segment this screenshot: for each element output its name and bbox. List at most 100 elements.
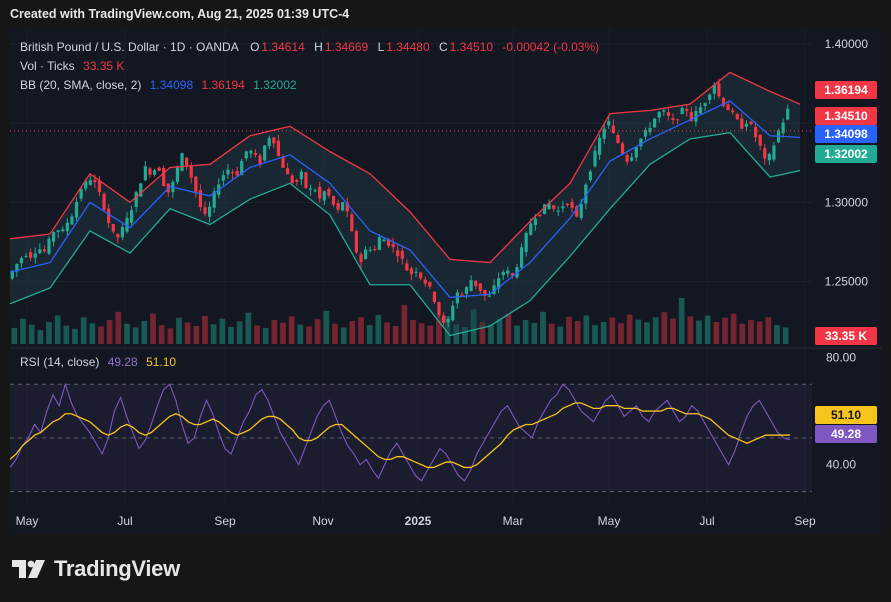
- volume-bar: [219, 318, 226, 344]
- candle-body: [409, 268, 414, 275]
- candle-body: [152, 170, 157, 175]
- candle-body: [207, 206, 212, 217]
- rsi-pane: [9, 382, 812, 493]
- candle-body: [281, 156, 285, 168]
- candle-body: [437, 302, 441, 316]
- high-value: 1.34669: [324, 40, 369, 54]
- volume-bar: [132, 327, 139, 344]
- candle-body: [322, 191, 326, 201]
- volume-bar: [375, 315, 382, 344]
- candle-body: [767, 153, 771, 161]
- candle-body: [336, 203, 340, 210]
- volume-bar: [401, 304, 408, 344]
- candle-body: [772, 145, 776, 160]
- candle-body: [249, 150, 253, 154]
- candle-body: [97, 180, 102, 193]
- candle-body: [29, 252, 33, 258]
- volume-bar: [531, 322, 538, 344]
- volume-bar: [748, 320, 754, 344]
- low-value: 1.34480: [386, 40, 430, 54]
- volume-bar: [280, 322, 286, 344]
- rsi-tick-label: 80.00: [826, 350, 856, 364]
- price-tick-label: 1.30000: [825, 195, 869, 209]
- candle-body: [295, 179, 299, 182]
- candle: [102, 191, 106, 213]
- candle-body: [763, 148, 767, 159]
- candle-body: [175, 167, 180, 183]
- time-tick-label: Mar: [503, 514, 524, 528]
- rsi-legend[interactable]: RSI (14, close) 49.28 51.10: [20, 355, 178, 369]
- candle-body: [38, 249, 42, 254]
- volume-bar: [635, 319, 642, 344]
- candle-body: [400, 250, 404, 259]
- volume-bar: [202, 315, 208, 344]
- candle-body: [194, 176, 198, 192]
- volume-bar: [687, 316, 694, 344]
- candle-body: [341, 202, 345, 211]
- volume-bar: [228, 326, 234, 344]
- symbol-title[interactable]: British Pound / U.S. Dollar · 1D · OANDA: [20, 40, 239, 54]
- candle-body: [377, 237, 381, 250]
- candle-body: [519, 247, 524, 268]
- candle-body: [350, 214, 354, 232]
- volume-bar: [54, 315, 61, 344]
- volume-bar: [124, 323, 130, 344]
- volume-bar: [566, 316, 572, 344]
- volume-bar: [115, 311, 122, 344]
- candle-body: [74, 201, 79, 218]
- candle-body: [304, 172, 308, 188]
- volume-bar: [488, 324, 494, 344]
- tradingview-logo[interactable]: TradingView: [12, 556, 180, 582]
- volume-bar: [98, 326, 104, 344]
- volume-bar: [323, 310, 330, 344]
- volume-bar: [410, 320, 416, 344]
- candle-body: [65, 222, 69, 232]
- candle-body: [653, 118, 657, 128]
- candle-body: [671, 118, 675, 120]
- bollinger-lower-value: 1.32002: [253, 78, 297, 92]
- candle-body: [464, 287, 469, 294]
- volume-bar: [618, 323, 624, 344]
- time-tick-label: Nov: [312, 514, 333, 528]
- volume-bar: [332, 323, 338, 344]
- candle-body: [451, 305, 455, 321]
- rsi-ma-tag: 51.10: [815, 406, 877, 424]
- candle-body: [235, 170, 239, 176]
- low-label: L: [377, 40, 385, 54]
- volume-bar: [11, 327, 18, 344]
- volume-bar: [349, 321, 356, 344]
- candle-body: [308, 188, 313, 190]
- volume-bar: [557, 326, 564, 344]
- bollinger-label: BB (20, SMA, close, 2): [20, 78, 142, 92]
- candle-body: [698, 107, 703, 114]
- candle-body: [272, 137, 276, 144]
- volume-bar: [696, 320, 702, 344]
- candle-body: [116, 233, 120, 238]
- tradingview-logo-icon: [12, 560, 45, 578]
- volume-bar: [141, 321, 148, 344]
- candle-body: [93, 179, 97, 183]
- volume-bar: [297, 324, 304, 344]
- bollinger-legend[interactable]: BB (20, SMA, close, 2) 1.34098 1.36194 1…: [20, 78, 299, 92]
- candle-body: [157, 167, 161, 172]
- volume-bar: [288, 316, 295, 344]
- candle-body: [726, 104, 730, 111]
- candle-body: [501, 272, 505, 276]
- candle-body: [318, 186, 322, 199]
- price-tick-label: 1.40000: [825, 37, 869, 51]
- volume-label: Vol · Ticks: [20, 59, 75, 73]
- volume-bar: [704, 315, 711, 344]
- candle-body: [263, 145, 267, 161]
- volume-legend[interactable]: Vol · Ticks 33.35 K: [20, 59, 126, 73]
- candle-body: [56, 230, 60, 233]
- candle-body: [717, 83, 721, 97]
- candle-body: [42, 249, 47, 252]
- bb-upper-price-tag: 1.36194: [815, 81, 877, 99]
- candle-body: [428, 281, 432, 287]
- volume-bar: [514, 325, 520, 344]
- candle-body: [19, 258, 24, 264]
- candle-body: [61, 229, 65, 232]
- candle-body: [735, 114, 739, 120]
- volume-bar: [670, 318, 676, 344]
- candle: [354, 229, 359, 254]
